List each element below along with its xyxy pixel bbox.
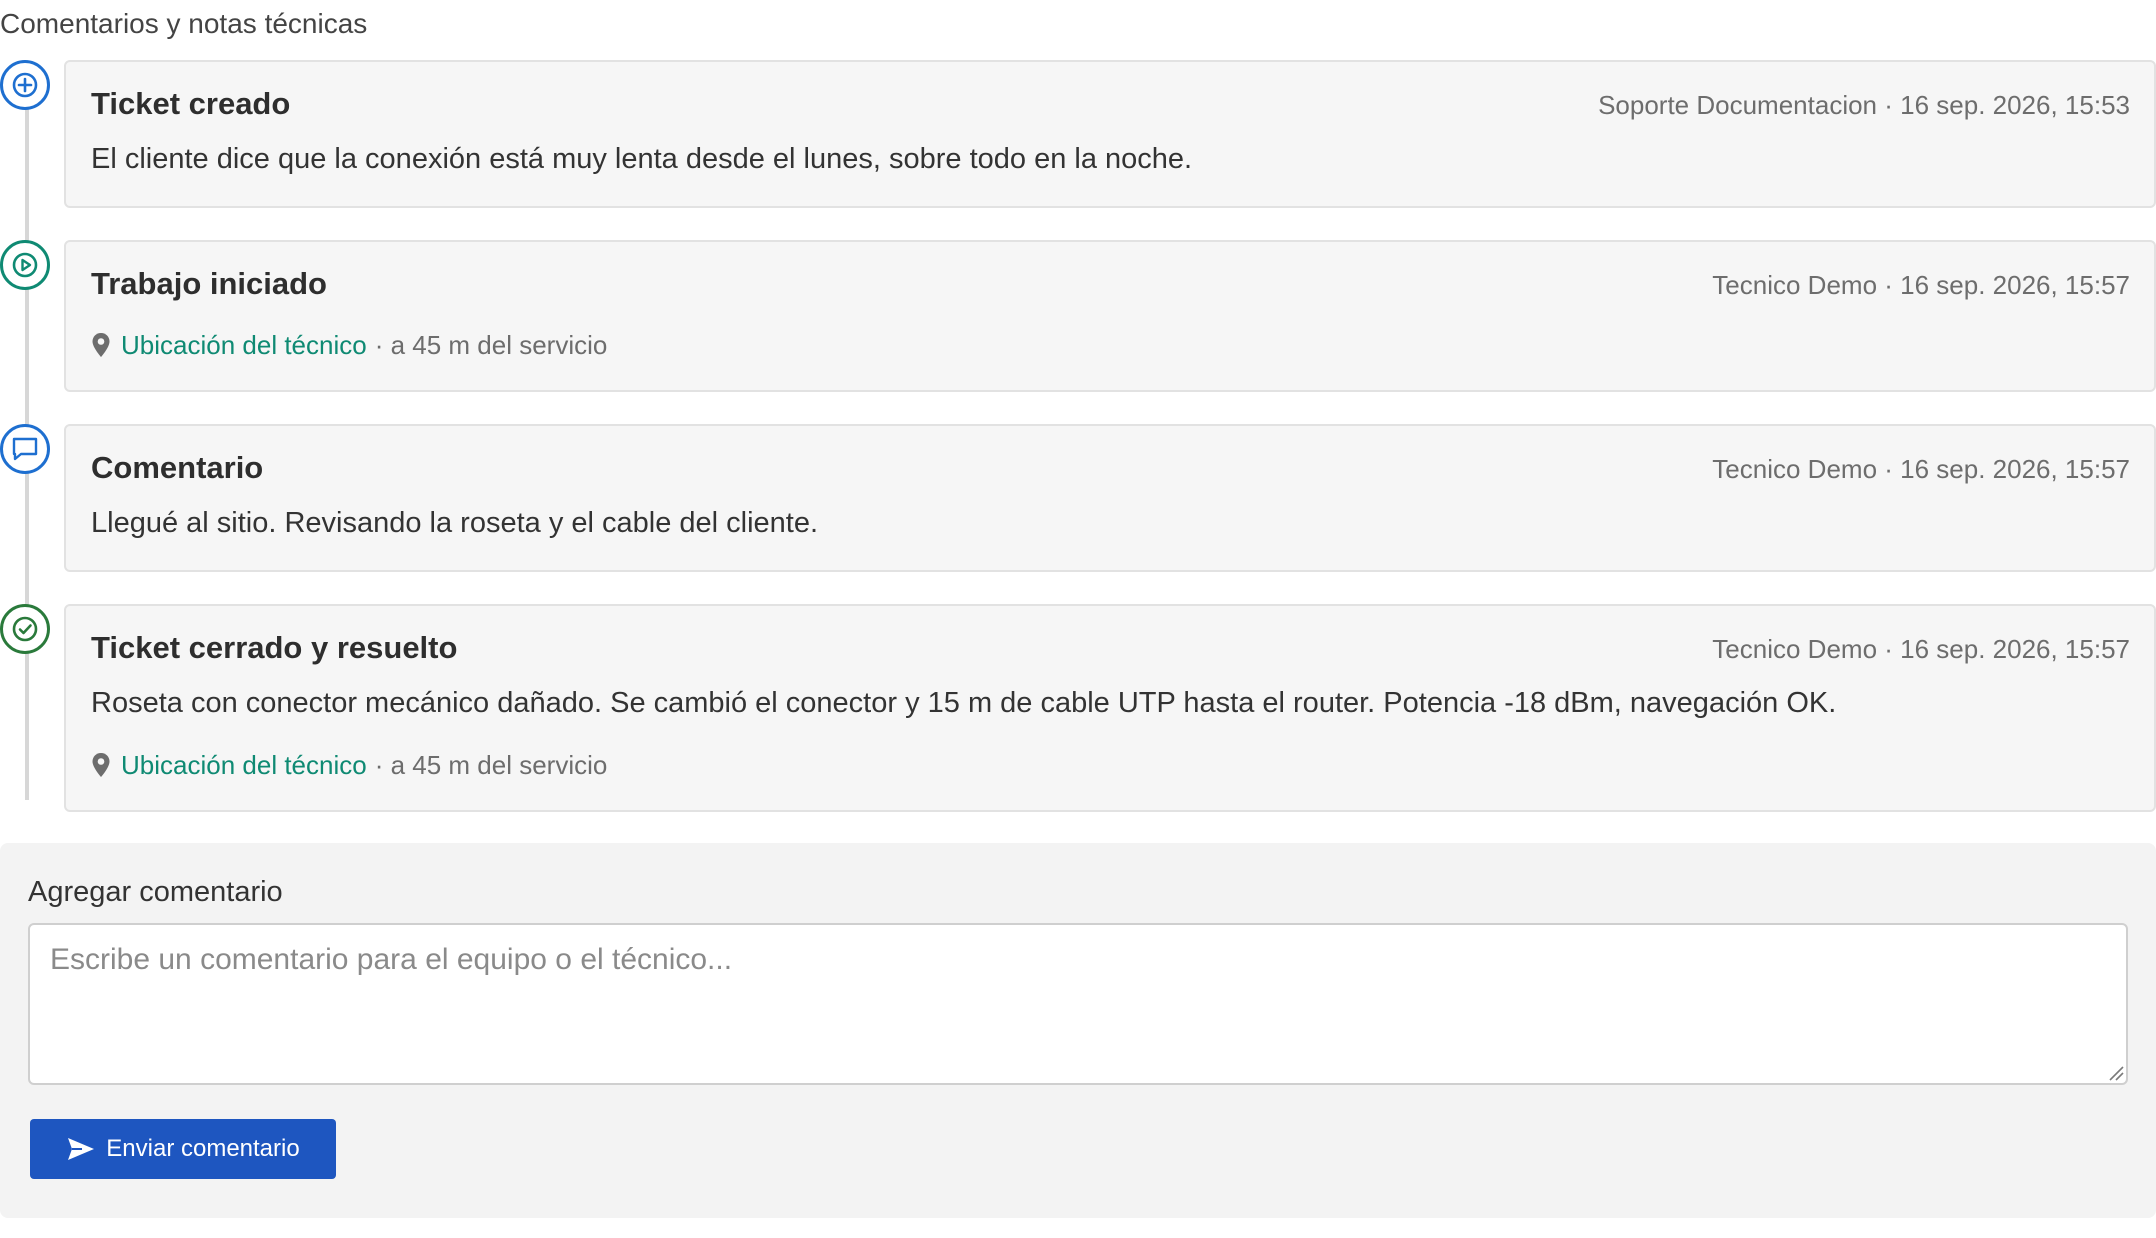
event-body: Roseta con conector mecánico dañado. Se … [91, 687, 1837, 719]
event-body: El cliente dice que la conexión está muy… [91, 143, 1193, 175]
event-meta: Soporte Documentacion · 16 sep. 2026, 15… [1598, 90, 2130, 120]
event-meta: Tecnico Demo · 16 sep. 2026, 15:57 [1712, 454, 2130, 484]
play-circle-icon [0, 240, 50, 290]
event-meta: Tecnico Demo · 16 sep. 2026, 15:57 [1712, 634, 2130, 664]
technician-location: Ubicación del técnico · a 45 m del servi… [91, 328, 607, 362]
send-comment-button[interactable]: Enviar comentario [30, 1119, 336, 1179]
add-comment-label: Agregar comentario [28, 876, 283, 908]
resize-handle-icon[interactable] [2108, 1065, 2124, 1081]
check-circle-icon [0, 604, 50, 654]
event-title: Ticket creado [91, 86, 291, 121]
location-distance: · a 45 m del servicio [374, 750, 608, 780]
event-title: Ticket cerrado y resuelto [91, 630, 458, 665]
event-card: Ticket cerrado y resuelto Tecnico Demo ·… [64, 604, 2156, 812]
section-title: Comentarios y notas técnicas [0, 8, 368, 39]
comment-textarea[interactable] [28, 923, 2128, 1085]
event-card: Comentario Tecnico Demo · 16 sep. 2026, … [64, 424, 2156, 572]
map-pin-icon [91, 332, 111, 358]
plus-circle-icon [0, 60, 50, 110]
comments-panel: Comentarios y notas técnicas Ticket crea… [0, 0, 2156, 1238]
technician-location-link[interactable]: Ubicación del técnico [121, 748, 367, 782]
add-comment-form: Agregar comentario Enviar comentario [0, 843, 2156, 1218]
location-distance: · a 45 m del servicio [374, 330, 608, 360]
technician-location: Ubicación del técnico · a 45 m del servi… [91, 748, 607, 782]
comment-icon [0, 424, 50, 474]
send-comment-label: Enviar comentario [106, 1135, 300, 1162]
event-title: Comentario [91, 450, 264, 485]
event-card: Trabajo iniciado Tecnico Demo · 16 sep. … [64, 240, 2156, 392]
event-title: Trabajo iniciado [91, 266, 327, 301]
event-meta: Tecnico Demo · 16 sep. 2026, 15:57 [1712, 270, 2130, 300]
technician-location-link[interactable]: Ubicación del técnico [121, 328, 367, 362]
map-pin-icon [91, 752, 111, 778]
event-body: Llegué al sitio. Revisando la roseta y e… [91, 507, 819, 539]
send-icon [68, 1138, 95, 1160]
event-card: Ticket creado Soporte Documentacion · 16… [64, 60, 2156, 208]
